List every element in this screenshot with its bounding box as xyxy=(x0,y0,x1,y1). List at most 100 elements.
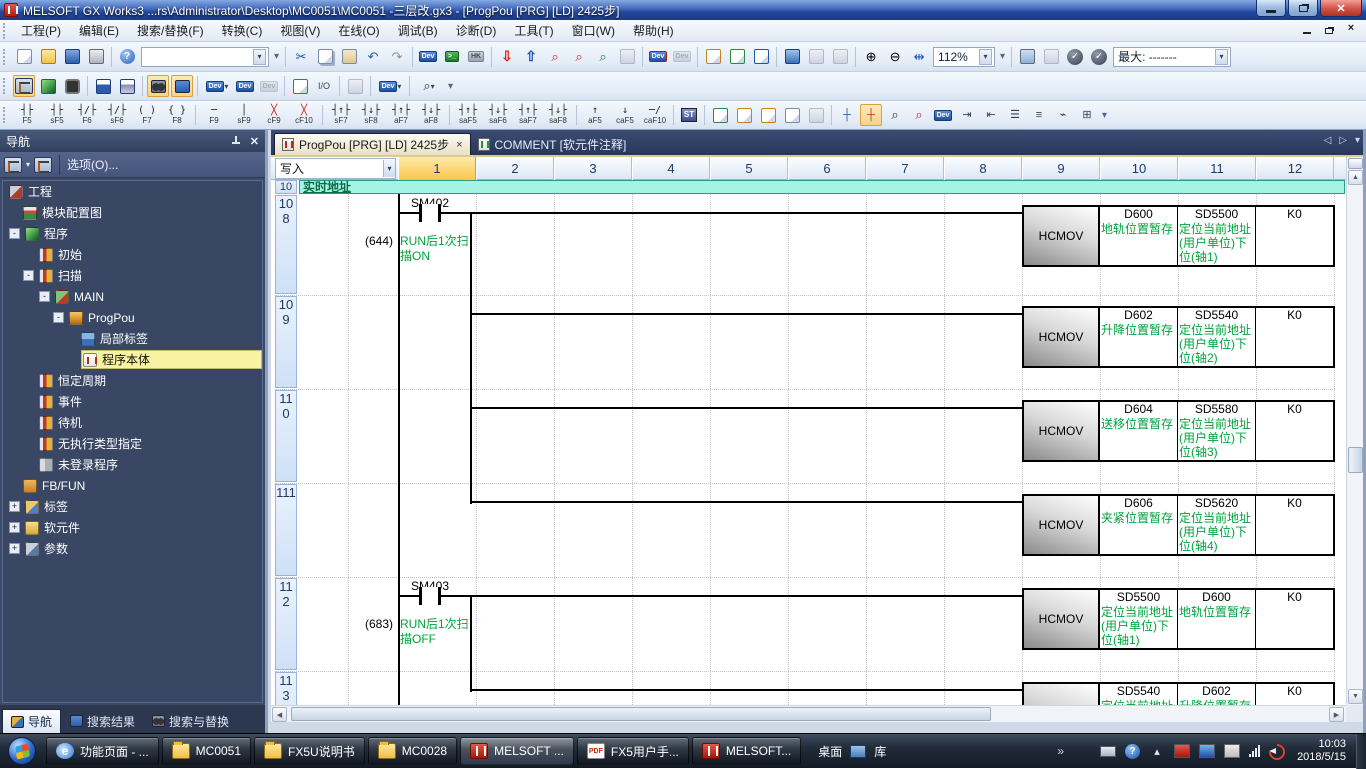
write-to-plc-button[interactable]: ⇩ xyxy=(496,46,518,68)
inline-st-button[interactable] xyxy=(709,104,731,126)
restore-button[interactable] xyxy=(1288,0,1318,17)
device-write-button[interactable]: Dev xyxy=(647,46,669,68)
instruction-name[interactable]: HCMOV xyxy=(1024,207,1100,265)
column-header-10[interactable]: 10 xyxy=(1100,157,1178,180)
mdi-close-button[interactable]: × xyxy=(1344,22,1358,34)
comment-edit-button[interactable] xyxy=(750,46,772,68)
closed-contact-button[interactable]: ┤/├F6 xyxy=(72,103,102,128)
expand-icon[interactable]: + xyxy=(9,543,20,554)
tree-item-program-body[interactable]: 程序本体 xyxy=(3,349,262,370)
falling-pulse-close-button[interactable]: ┤↓├aF8 xyxy=(416,103,446,128)
monitor-stop-button[interactable] xyxy=(616,46,638,68)
tab-search-results[interactable]: 搜索结果 xyxy=(62,709,143,733)
open-contact-button[interactable]: ┤├F5 xyxy=(12,103,42,128)
dropdown-icon[interactable]: ▾ xyxy=(253,49,266,65)
falling-conversion-button[interactable]: ↓caF5 xyxy=(610,103,640,128)
menu-diagnostics[interactable]: 诊断(D) xyxy=(447,19,506,42)
rung-number[interactable]: 109 xyxy=(275,296,297,388)
collapse-icon[interactable]: - xyxy=(23,270,34,281)
tool-disabled-button[interactable] xyxy=(344,75,366,97)
column-header-5[interactable]: 5 xyxy=(710,157,788,180)
tree-filter-icon[interactable] xyxy=(34,157,52,173)
falling-pulse-button[interactable]: ┤↓├sF8 xyxy=(356,103,386,128)
zoom-fit-button[interactable]: ⇹ xyxy=(908,46,930,68)
operand-cell[interactable]: K0 xyxy=(1256,684,1333,705)
rising-conversion-button[interactable]: ↑aF5 xyxy=(580,103,610,128)
outline-display-button[interactable] xyxy=(92,75,114,97)
check-program-button[interactable]: ✓ xyxy=(1064,46,1086,68)
tab-scroll-right-icon[interactable]: ▷ xyxy=(1339,135,1347,146)
split-box[interactable] xyxy=(1348,158,1363,169)
instruction-name[interactable]: HCMOV xyxy=(1024,496,1100,554)
column-header-6[interactable]: 6 xyxy=(788,157,866,180)
toolbar-overflow[interactable]: ▾ xyxy=(448,83,453,90)
statement-text[interactable]: 实时地址 xyxy=(299,180,1345,194)
libraries-icon[interactable] xyxy=(850,745,866,758)
instruction-name[interactable]: HCMOV xyxy=(1024,590,1100,648)
delete-row-button[interactable]: ⇤ xyxy=(980,104,1002,126)
tree-item-progpou[interactable]: -ProgPou xyxy=(3,307,262,328)
scroll-up-button[interactable]: ▲ xyxy=(1348,170,1363,185)
hidden-icons-chevron[interactable]: ▴ xyxy=(1149,744,1165,758)
collapse-icon[interactable]: - xyxy=(39,291,50,302)
tree-item-device[interactable]: +软元件 xyxy=(3,517,262,538)
undo-button[interactable]: ↶ xyxy=(362,46,384,68)
taskbar-folder-mc0028-button[interactable]: MC0028 xyxy=(368,737,457,765)
redo-button[interactable]: ↷ xyxy=(386,46,408,68)
operand-cell[interactable]: D602升降位置暂存 xyxy=(1178,684,1256,705)
find-result-button[interactable] xyxy=(171,75,193,97)
delete-horizontal-line-button[interactable]: ╳cF9 xyxy=(259,103,289,128)
tree-item-module-configuration[interactable]: 模块配置图 xyxy=(3,202,262,223)
comment-display-toggle[interactable]: ┼ xyxy=(860,104,882,126)
melsoft-tray-icon[interactable] xyxy=(1174,744,1190,758)
device-batch-replace-button[interactable]: Dev xyxy=(932,104,954,126)
libraries-label[interactable]: 库 xyxy=(874,743,886,760)
monitor-screen-button[interactable]: >_ xyxy=(441,46,463,68)
option-display-button[interactable]: ⊞ xyxy=(1076,104,1098,126)
operand-cell[interactable]: D606夹紧位置暂存 xyxy=(1100,496,1178,554)
scroll-down-button[interactable]: ▼ xyxy=(1348,689,1363,704)
tree-item-project[interactable]: 工程 xyxy=(3,181,262,202)
horizontal-line-button[interactable]: ─F9 xyxy=(199,103,229,128)
input-method-icon[interactable] xyxy=(1100,746,1116,757)
copy-button[interactable] xyxy=(314,46,336,68)
toolbar-overflow[interactable]: ▾ xyxy=(274,53,279,60)
monitor-status-button[interactable] xyxy=(1016,46,1038,68)
desktop-toolbar-label[interactable]: 桌面 xyxy=(818,743,842,760)
open-contact[interactable] xyxy=(419,204,441,222)
statement-insert-button[interactable] xyxy=(702,46,724,68)
verify-with-plc-button[interactable]: ⌕ xyxy=(544,46,566,68)
watch-window-button[interactable]: Dev xyxy=(234,75,256,97)
tree-item-initial[interactable]: 初始 xyxy=(3,244,262,265)
monitor-start-button[interactable]: ⌕ xyxy=(592,46,614,68)
menu-project[interactable]: 工程(P) xyxy=(12,19,70,42)
align-left-button[interactable]: ☰ xyxy=(1004,104,1026,126)
column-header-9[interactable]: 9 xyxy=(1022,157,1100,180)
instruction-block[interactable]: HCMOV D604送移位置暂存 SD5580定位当前地址(用户单位)下位(轴3… xyxy=(1022,400,1335,462)
read-from-plc-button[interactable]: ⇧ xyxy=(520,46,542,68)
watch-window-2-button[interactable]: Dev xyxy=(258,75,280,97)
wire-edit-button[interactable]: ┼ xyxy=(836,104,858,126)
vertical-scrollbar[interactable]: ▲ ▼ xyxy=(1346,157,1363,705)
taskbar-folder-fx5u-button[interactable]: FX5U说明书 xyxy=(254,737,365,765)
toolbar-overflow[interactable]: ▾ xyxy=(1000,53,1005,60)
window-arrange-button[interactable] xyxy=(829,46,851,68)
window-tile-button[interactable] xyxy=(805,46,827,68)
find-instruction-button[interactable]: ⌕ xyxy=(908,104,930,126)
project-combo[interactable]: ▾ xyxy=(141,47,269,67)
operand-cell[interactable]: SD5540定位当前地址(用户单位)下位(轴2) xyxy=(1100,684,1178,705)
clipboard-tray-icon[interactable] xyxy=(1224,744,1240,758)
menu-tools[interactable]: 工具(T) xyxy=(505,19,562,42)
tree-item-local-label[interactable]: 局部标签 xyxy=(3,328,262,349)
tree-item-fb-fun[interactable]: FB/FUN xyxy=(3,475,262,496)
rung-number[interactable]: 110 xyxy=(275,390,297,482)
device-read-button[interactable]: Dev xyxy=(671,46,693,68)
parallel-rising-pulse-button[interactable]: ┤↑├saF5 xyxy=(453,103,483,128)
instruction-name[interactable]: HCMOV xyxy=(1024,308,1100,366)
minimize-button[interactable] xyxy=(1256,0,1286,17)
operand-cell[interactable]: K0 xyxy=(1256,590,1333,648)
operand-cell[interactable]: SD5500定位当前地址(用户单位)下位(轴1) xyxy=(1100,590,1178,648)
pin-icon[interactable] xyxy=(230,135,242,147)
rung-number[interactable]: 112 xyxy=(275,578,297,670)
cut-button[interactable]: ✂ xyxy=(290,46,312,68)
